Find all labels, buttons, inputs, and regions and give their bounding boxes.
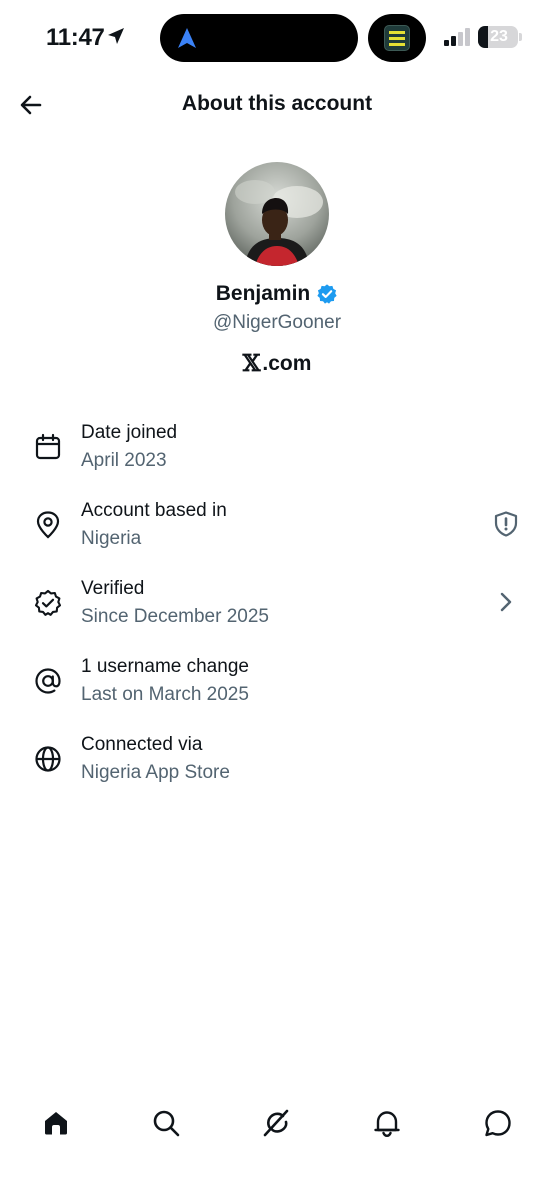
location-arrow-icon	[108, 28, 124, 44]
grok-icon	[263, 1109, 289, 1137]
info-subtitle: Nigeria App Store	[81, 762, 230, 783]
info-title: Account based in	[81, 500, 227, 521]
info-row-account-location: Account based in Nigeria	[0, 494, 554, 572]
calendar-icon	[35, 433, 61, 460]
nav-search[interactable]	[149, 1106, 183, 1140]
avatar-photo	[225, 162, 329, 266]
site-domain: .com	[262, 351, 312, 375]
search-icon	[153, 1110, 180, 1137]
x-logo-icon: 𝕏	[242, 350, 261, 377]
info-subtitle: April 2023	[81, 450, 167, 471]
header: About this account	[0, 78, 554, 134]
info-title: Connected via	[81, 734, 203, 755]
info-row-connected-via: Connected via Nigeria App Store	[0, 728, 554, 806]
info-subtitle: Last on March 2025	[81, 684, 249, 705]
nav-grok[interactable]	[259, 1106, 293, 1140]
app-thumbnail	[384, 25, 410, 51]
info-subtitle: Since December 2025	[81, 606, 269, 627]
status-time: 11:47	[46, 24, 105, 51]
location-pin-icon	[36, 511, 60, 539]
notifications-icon	[374, 1111, 400, 1138]
at-sign-icon	[35, 668, 61, 694]
battery-icon: 23	[478, 26, 518, 48]
battery-level: 23	[490, 28, 508, 45]
handle: @NigerGooner	[212, 312, 342, 333]
info-title: 1 username change	[81, 656, 249, 677]
nav-notifications[interactable]	[370, 1106, 404, 1140]
globe-icon	[35, 746, 61, 772]
site-label: 𝕏 .com	[0, 350, 554, 377]
signal-icon	[444, 28, 470, 46]
bottom-nav	[0, 1100, 554, 1150]
chevron-right-icon[interactable]	[492, 588, 520, 616]
display-name-row: Benjamin	[0, 282, 554, 306]
shield-alert-icon[interactable]	[492, 510, 520, 538]
verified-check-icon[interactable]	[316, 283, 338, 305]
info-row-date-joined: Date joined April 2023	[0, 416, 554, 494]
battery-cap	[519, 33, 522, 41]
page-title: About this account	[181, 92, 373, 115]
navigation-icon	[178, 28, 196, 48]
home-icon	[45, 1112, 67, 1135]
info-row-username-change: 1 username change Last on March 2025	[0, 650, 554, 728]
info-row-verified[interactable]: Verified Since December 2025	[0, 572, 554, 650]
avatar[interactable]	[225, 162, 329, 266]
info-title: Date joined	[81, 422, 178, 443]
nav-home[interactable]	[39, 1106, 73, 1140]
dynamic-island	[160, 14, 358, 62]
nav-messages[interactable]	[481, 1106, 515, 1140]
account-info-list: Date joined April 2023 Account based in …	[0, 416, 554, 806]
display-name: Benjamin	[215, 282, 311, 305]
verified-badge-icon	[34, 589, 62, 616]
live-activity-pill	[368, 14, 426, 62]
info-title: Verified	[81, 578, 145, 599]
status-bar: 11:47 23	[0, 0, 554, 78]
info-subtitle: Nigeria	[81, 528, 142, 549]
messages-icon	[485, 1110, 511, 1137]
